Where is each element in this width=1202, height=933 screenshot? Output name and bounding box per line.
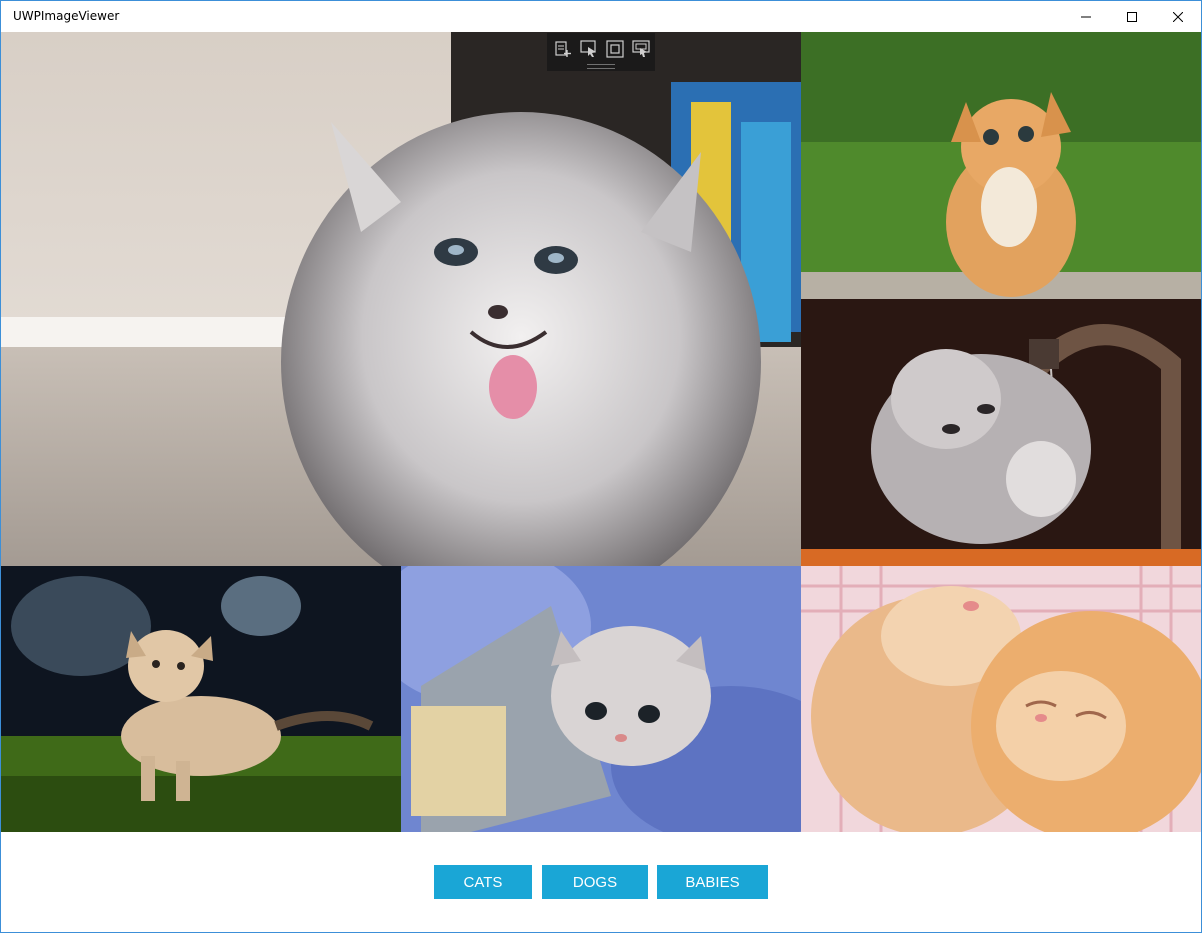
- kitten-photo-4: [1, 566, 401, 832]
- gallery-image-6[interactable]: [801, 566, 1201, 832]
- kitten-photo-1: [1, 32, 801, 566]
- close-button[interactable]: [1155, 1, 1201, 32]
- babies-button[interactable]: BABIES: [657, 865, 768, 899]
- gallery-image-5[interactable]: [401, 566, 801, 832]
- close-icon: [1173, 11, 1183, 22]
- toolbar-drag-grip[interactable]: [587, 64, 615, 69]
- gallery-image-2[interactable]: [801, 32, 1201, 299]
- in-app-debug-toolbar: [547, 33, 655, 71]
- gallery-image-main[interactable]: [1, 32, 801, 566]
- maximize-button[interactable]: [1109, 1, 1155, 32]
- display-layout-adorners-icon[interactable]: [606, 40, 624, 58]
- gallery-image-3[interactable]: [801, 299, 1201, 566]
- app-window: UWPImageViewer CATS DOGS BABIES: [0, 0, 1202, 933]
- minimize-icon: [1081, 16, 1091, 17]
- dogs-button[interactable]: DOGS: [542, 865, 648, 899]
- category-button-row: CATS DOGS BABIES: [1, 865, 1201, 899]
- gallery-image-4[interactable]: [1, 566, 401, 832]
- kitten-photo-6: [801, 566, 1201, 832]
- window-title: UWPImageViewer: [13, 9, 120, 23]
- kitten-photo-3: [801, 299, 1201, 566]
- cats-button[interactable]: CATS: [434, 865, 532, 899]
- track-focused-element-icon[interactable]: [632, 40, 650, 58]
- minimize-button[interactable]: [1063, 1, 1109, 32]
- title-bar[interactable]: UWPImageViewer: [1, 1, 1201, 32]
- select-element-icon[interactable]: [580, 40, 598, 58]
- maximize-icon: [1127, 11, 1137, 22]
- kitten-photo-5: [401, 566, 801, 832]
- kitten-photo-2: [801, 32, 1201, 299]
- live-visual-tree-icon[interactable]: [554, 40, 572, 58]
